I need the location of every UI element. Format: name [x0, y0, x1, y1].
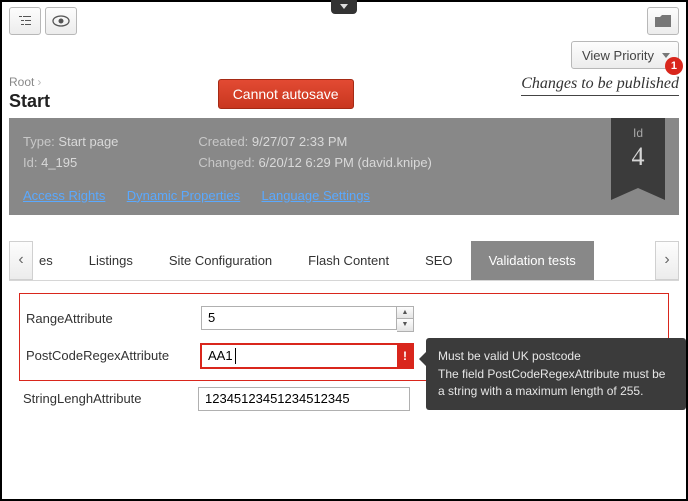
ribbon-value: 4 [611, 142, 665, 172]
validation-error-group: RangeAttribute ▲ ▼ PostCodeRegexAttribut… [19, 293, 669, 381]
validation-tooltip: Must be valid UK postcode The field Post… [426, 338, 686, 410]
postcode-attribute-label: PostCodeRegexAttribute [26, 348, 201, 363]
access-rights-link[interactable]: Access Rights [23, 188, 105, 203]
tab-validation-tests[interactable]: Validation tests [471, 241, 594, 280]
ribbon-label: Id [611, 126, 665, 140]
chevron-right-icon: › [37, 75, 41, 89]
tooltip-line2: The field PostCodeRegexAttribute must be… [438, 366, 674, 400]
tooltip-line1: Must be valid UK postcode [438, 348, 674, 365]
meta-created-label: Created: [198, 134, 248, 149]
stringlength-attribute-input[interactable] [198, 387, 410, 411]
spinner-up[interactable]: ▲ [397, 307, 413, 319]
postcode-attribute-input[interactable] [201, 344, 413, 368]
tab-listings[interactable]: Listings [71, 241, 151, 280]
tab-scroll-left[interactable]: ‹ [9, 241, 33, 280]
stringlength-attribute-label: StringLenghAttribute [23, 391, 198, 406]
meta-id-value: 4_195 [41, 155, 77, 170]
drawer-handle[interactable] [331, 0, 357, 14]
tab-flash-content[interactable]: Flash Content [290, 241, 407, 280]
meta-type-value: Start page [58, 134, 118, 149]
cannot-autosave-button[interactable]: Cannot autosave [218, 79, 354, 109]
text-cursor [235, 348, 236, 364]
meta-id-label: Id: [23, 155, 37, 170]
tab-site-configuration[interactable]: Site Configuration [151, 241, 290, 280]
meta-type-label: Type: [23, 134, 55, 149]
tab-scroll-right[interactable]: › [655, 241, 679, 280]
meta-created-value: 9/27/07 2:33 PM [252, 134, 347, 149]
view-priority-label: View Priority [582, 48, 654, 63]
page-title: Start [9, 91, 50, 112]
tab-seo[interactable]: SEO [407, 241, 470, 280]
preview-button[interactable] [45, 7, 77, 35]
meta-panel: Type: Start page Id: 4_195 Created: 9/27… [9, 118, 679, 215]
breadcrumb-root[interactable]: Root [9, 75, 34, 89]
error-flag-icon: ! [397, 344, 413, 368]
breadcrumb: Root› [9, 75, 50, 89]
meta-changed-label: Changed: [198, 155, 254, 170]
folder-button[interactable] [647, 7, 679, 35]
range-attribute-input[interactable] [201, 306, 397, 330]
meta-changed-value: 6/20/12 6:29 PM (david.knipe) [258, 155, 431, 170]
id-ribbon: Id 4 [611, 118, 665, 188]
tab-partial[interactable]: es [33, 241, 71, 280]
tree-toggle-button[interactable] [9, 7, 41, 35]
range-attribute-label: RangeAttribute [26, 311, 201, 326]
changes-count-badge[interactable]: 1 [665, 57, 683, 75]
language-settings-link[interactable]: Language Settings [262, 188, 370, 203]
changes-to-publish-label[interactable]: Changes to be published [521, 75, 679, 96]
spinner-down[interactable]: ▼ [397, 319, 413, 331]
dynamic-properties-link[interactable]: Dynamic Properties [127, 188, 240, 203]
view-priority-dropdown[interactable]: View Priority [571, 41, 679, 69]
